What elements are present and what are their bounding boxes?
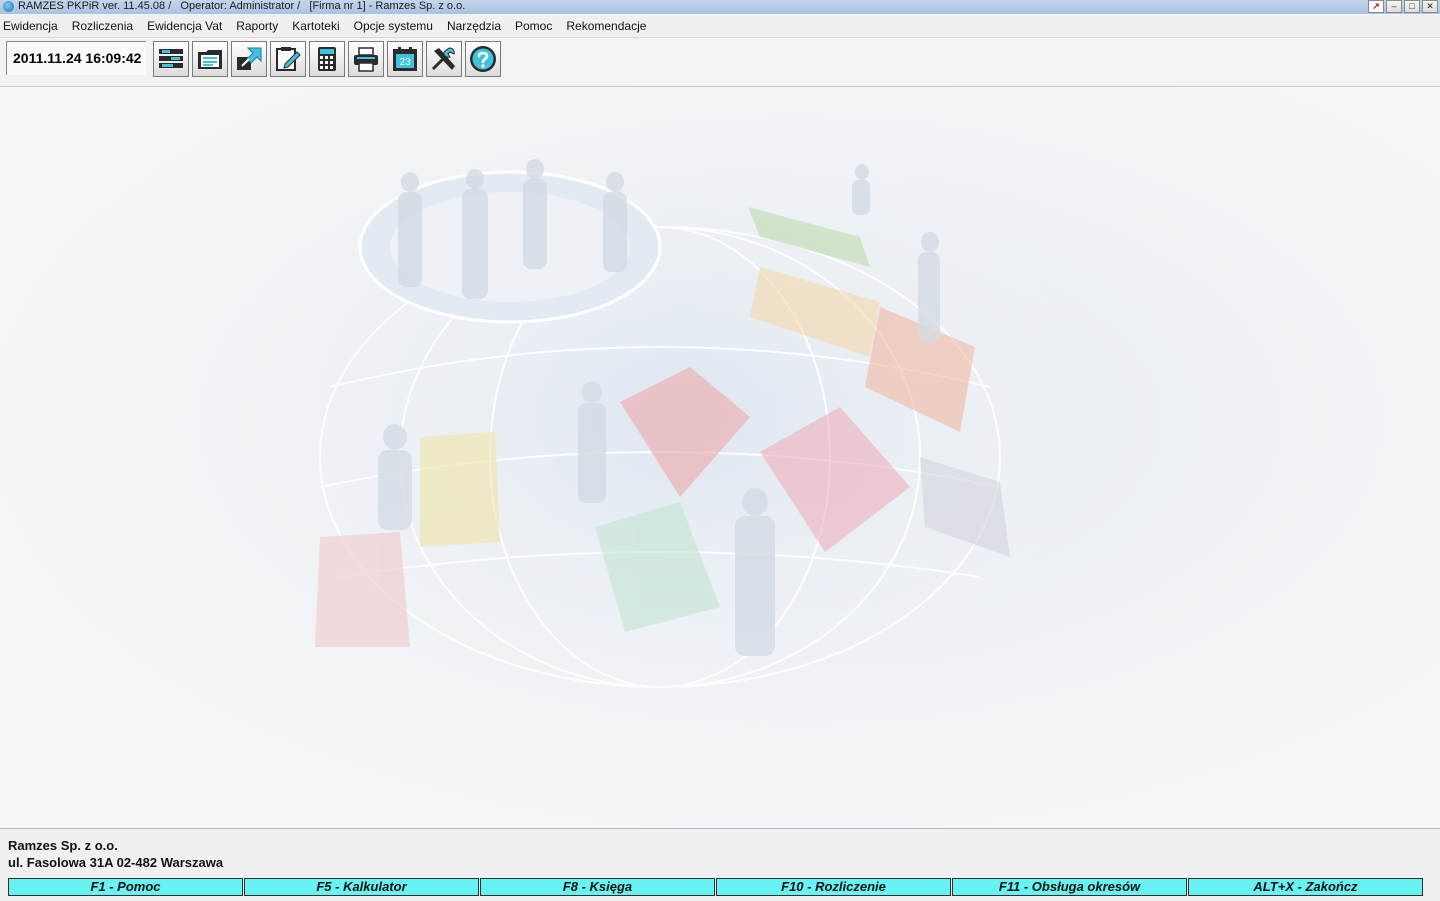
toolbar-buttons: 23 [153, 41, 501, 77]
minimize-button[interactable]: ‒ [1386, 0, 1402, 13]
ledger-icon [159, 49, 183, 68]
documents-icon [198, 50, 222, 69]
ledger-button[interactable] [153, 41, 189, 77]
menu-ewidencja-vat[interactable]: Ewidencja Vat [144, 19, 229, 33]
calculator-icon [318, 47, 336, 71]
fkey-alt-x-exit[interactable]: ALT+X - Zakończ [1188, 878, 1423, 896]
window-controls: ↗ ‒ □ ✕ [1368, 0, 1438, 13]
printer-button[interactable] [348, 41, 384, 77]
calculator-button[interactable] [309, 41, 345, 77]
close-button[interactable]: ✕ [1422, 0, 1438, 13]
documents-button[interactable] [192, 41, 228, 77]
background-illustration [260, 117, 1100, 717]
help-icon [470, 46, 496, 72]
app-icon [3, 1, 14, 12]
menu-rozliczenia[interactable]: Rozliczenia [69, 19, 140, 33]
fkey-f10-settlement[interactable]: F10 - Rozliczenie [716, 878, 951, 896]
menu-pomoc[interactable]: Pomoc [512, 19, 559, 33]
title-bar: RAMZES PKPiR ver. 11.45.08 / Operator: A… [0, 0, 1440, 14]
menu-narzedzia[interactable]: Narzędzia [444, 19, 508, 33]
import-export-icon [237, 47, 262, 70]
menu-kartoteki[interactable]: Kartoteki [289, 19, 346, 33]
function-key-bar: F1 - Pomoc F5 - Kalkulator F8 - Księga F… [8, 878, 1424, 896]
company-address: ul. Fasolowa 31A 02-482 Warszawa [8, 855, 224, 870]
fkey-f1-help[interactable]: F1 - Pomoc [8, 878, 243, 896]
fkey-f8-ledger[interactable]: F8 - Księga [480, 878, 715, 896]
menu-ewidencja[interactable]: Ewidencja [0, 19, 65, 33]
company-name: Ramzes Sp. z o.o. [8, 838, 118, 853]
datetime-display: 2011.11.24 16:09:42 [6, 41, 146, 75]
menu-bar: Ewidencja Rozliczenia Ewidencja Vat Rapo… [0, 15, 1440, 38]
status-footer: Ramzes Sp. z o.o. ul. Fasolowa 31A 02-48… [0, 828, 1440, 901]
calendar-button[interactable]: 23 [387, 41, 423, 77]
edit-notes-icon [276, 47, 301, 71]
main-background [0, 87, 1440, 828]
window-title: RAMZES PKPiR ver. 11.45.08 / Operator: A… [18, 0, 466, 12]
menu-rekomendacje[interactable]: Rekomendacje [563, 19, 653, 33]
app-status-icon[interactable]: ↗ [1368, 0, 1384, 13]
tools-icon [431, 47, 455, 71]
printer-icon [354, 47, 378, 72]
edit-notes-button[interactable] [270, 41, 306, 77]
maximize-button[interactable]: □ [1404, 0, 1420, 13]
menu-opcje-systemu[interactable]: Opcje systemu [351, 19, 440, 33]
fkey-f5-calculator[interactable]: F5 - Kalkulator [244, 878, 479, 896]
help-button[interactable] [465, 41, 501, 77]
company-info: Ramzes Sp. z o.o. ul. Fasolowa 31A 02-48… [8, 837, 223, 871]
calendar-icon: 23 [393, 47, 417, 71]
tools-button[interactable] [426, 41, 462, 77]
import-export-button[interactable] [231, 41, 267, 77]
toolbar: 2011.11.24 16:09:42 23 [0, 38, 1440, 87]
menu-raporty[interactable]: Raporty [233, 19, 285, 33]
fkey-f11-periods[interactable]: F11 - Obsługa okresów [952, 878, 1187, 896]
svg-text:23: 23 [399, 57, 411, 68]
